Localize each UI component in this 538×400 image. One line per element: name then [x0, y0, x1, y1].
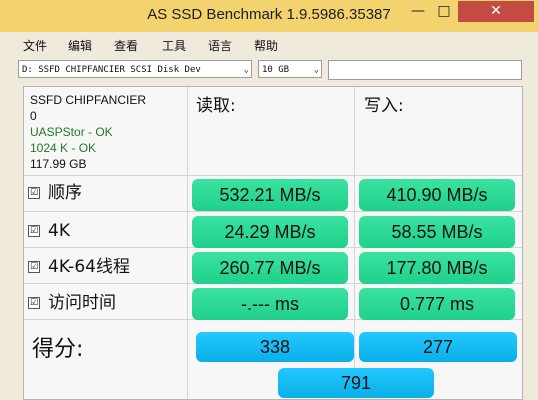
checkbox-icon[interactable]: ☑ [28, 187, 40, 199]
test-seq[interactable]: ☑ 顺序 [28, 179, 82, 207]
results-panel: SSFD CHIPFANCIER 0 UASPStor - OK 1024 K … [23, 86, 523, 400]
checkbox-icon[interactable]: ☑ [28, 261, 40, 273]
drive-capacity: 117.99 GB [30, 157, 87, 171]
menu-bar: 文件 编辑 查看 工具 语言 帮助 [0, 34, 538, 56]
write-header: 写入: [364, 96, 404, 116]
maximize-button[interactable]: □ [432, 1, 456, 22]
total-score: 791 [278, 368, 434, 398]
size-select-value: 10 GB [262, 65, 290, 75]
alignment-status: 1024 K - OK [30, 141, 97, 155]
test-label: 4K [48, 221, 70, 241]
title-bar: AS SSD Benchmark 1.9.5986.35387 — □ ✕ [0, 0, 538, 32]
column-divider [187, 87, 188, 399]
menu-tools[interactable]: 工具 [162, 37, 186, 54]
drive-info: SSFD CHIPFANCIER 0 UASPStor - OK 1024 K … [30, 92, 146, 172]
menu-language[interactable]: 语言 [208, 37, 232, 54]
4k-write-value: 58.55 MB/s [359, 216, 515, 248]
test-label: 4K-64线程 [48, 257, 130, 277]
checkbox-icon[interactable]: ☑ [28, 297, 40, 309]
blank-field [328, 60, 522, 80]
size-select[interactable]: 10 GB ⌄ [258, 60, 322, 78]
drive-number: 0 [30, 109, 37, 123]
menu-help[interactable]: 帮助 [254, 37, 278, 54]
toolbar: D: SSFD CHIPFANCIER SCSI Disk Dev ⌄ 10 G… [0, 56, 538, 84]
test-label: 顺序 [48, 183, 82, 203]
drive-select[interactable]: D: SSFD CHIPFANCIER SCSI Disk Dev ⌄ [18, 60, 252, 78]
test-access-time[interactable]: ☑ 访问时间 [28, 289, 116, 317]
4k-read-value: 24.29 MB/s [192, 216, 348, 248]
write-score: 277 [359, 332, 517, 362]
read-header: 读取: [196, 96, 236, 116]
seq-write-value: 410.90 MB/s [359, 179, 515, 211]
score-label: 得分: [32, 337, 84, 362]
minimize-button[interactable]: — [406, 1, 430, 22]
column-divider [354, 87, 355, 399]
menu-file[interactable]: 文件 [23, 37, 47, 54]
4k64-read-value: 260.77 MB/s [192, 252, 348, 284]
seq-read-value: 532.21 MB/s [192, 179, 348, 211]
drive-select-value: D: SSFD CHIPFANCIER SCSI Disk Dev [22, 65, 201, 75]
chevron-down-icon: ⌄ [313, 65, 319, 75]
4k64-write-value: 177.80 MB/s [359, 252, 515, 284]
close-button[interactable]: ✕ [458, 1, 534, 22]
checkbox-icon[interactable]: ☑ [28, 225, 40, 237]
chevron-down-icon: ⌄ [243, 65, 249, 75]
test-4k64[interactable]: ☑ 4K-64线程 [28, 253, 130, 281]
menu-edit[interactable]: 编辑 [68, 37, 92, 54]
access-write-value: 0.777 ms [359, 288, 515, 320]
drive-name: SSFD CHIPFANCIER [30, 93, 147, 107]
row-divider [24, 211, 522, 212]
test-label: 访问时间 [48, 293, 116, 313]
menu-view[interactable]: 查看 [114, 37, 138, 54]
test-4k[interactable]: ☑ 4K [28, 217, 70, 245]
row-divider [24, 175, 522, 176]
access-read-value: -.--- ms [192, 288, 348, 320]
read-score: 338 [196, 332, 354, 362]
driver-status: UASPStor - OK [30, 125, 113, 139]
